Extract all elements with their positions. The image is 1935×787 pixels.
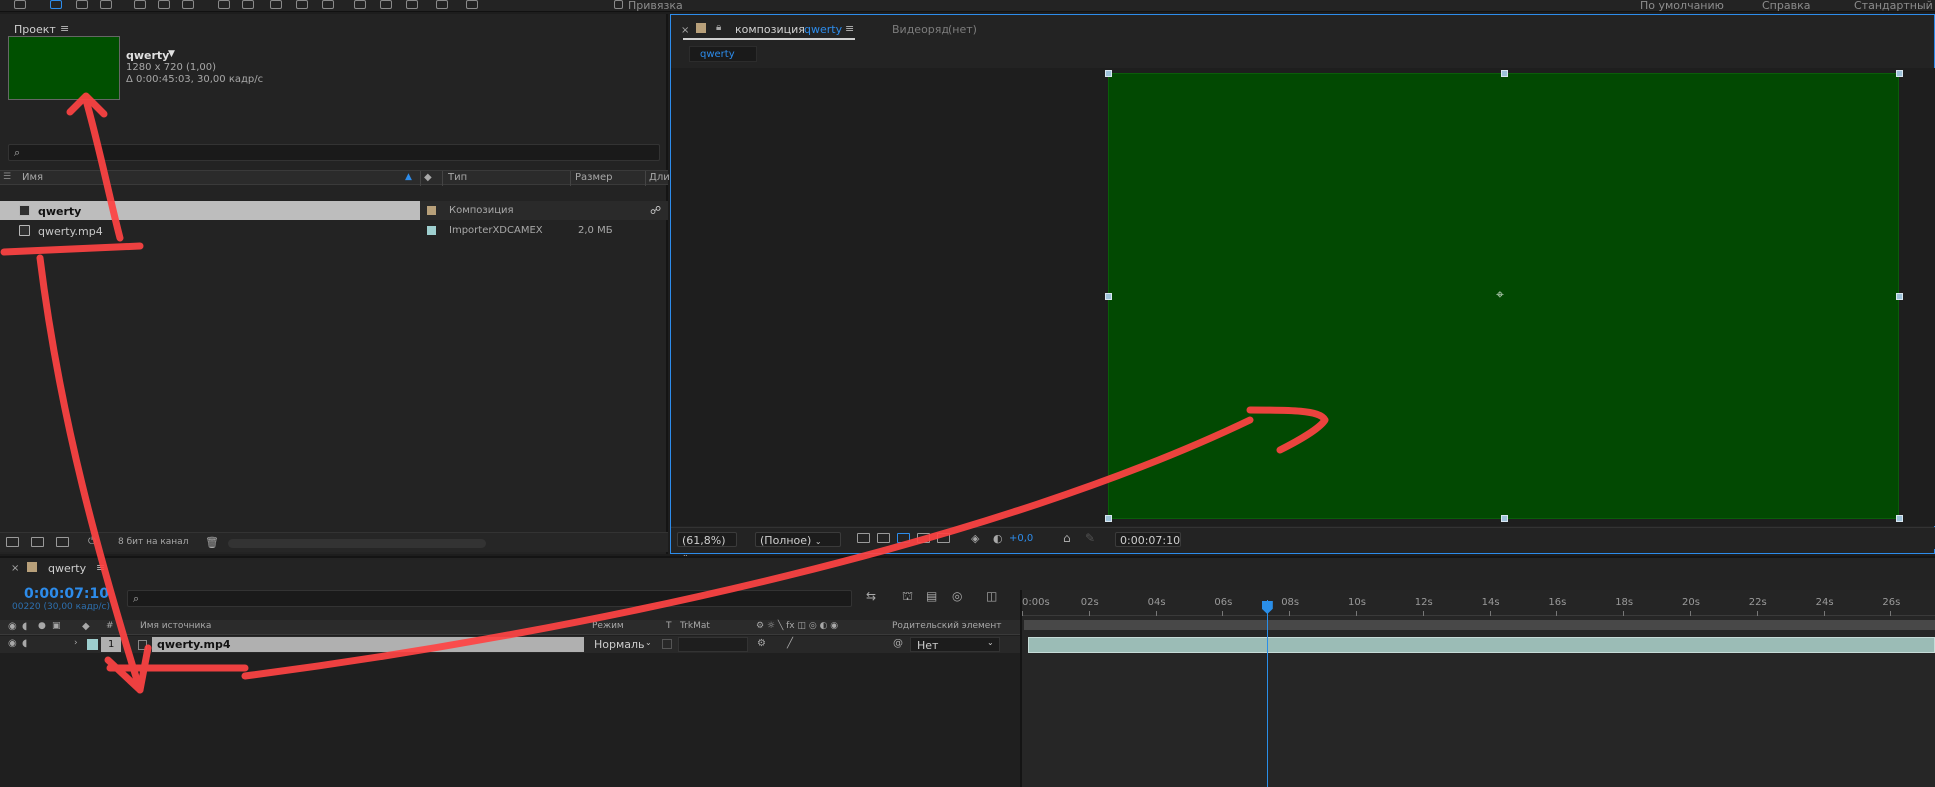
annotation-overlay: [0, 92, 1329, 694]
annotation-underline: [0, 242, 144, 256]
annotation-arrow: [82, 96, 124, 242]
annotation-arrowhead: [1246, 406, 1329, 454]
annotation-arrow: [36, 254, 144, 694]
annotation-arrow: [241, 416, 1254, 680]
